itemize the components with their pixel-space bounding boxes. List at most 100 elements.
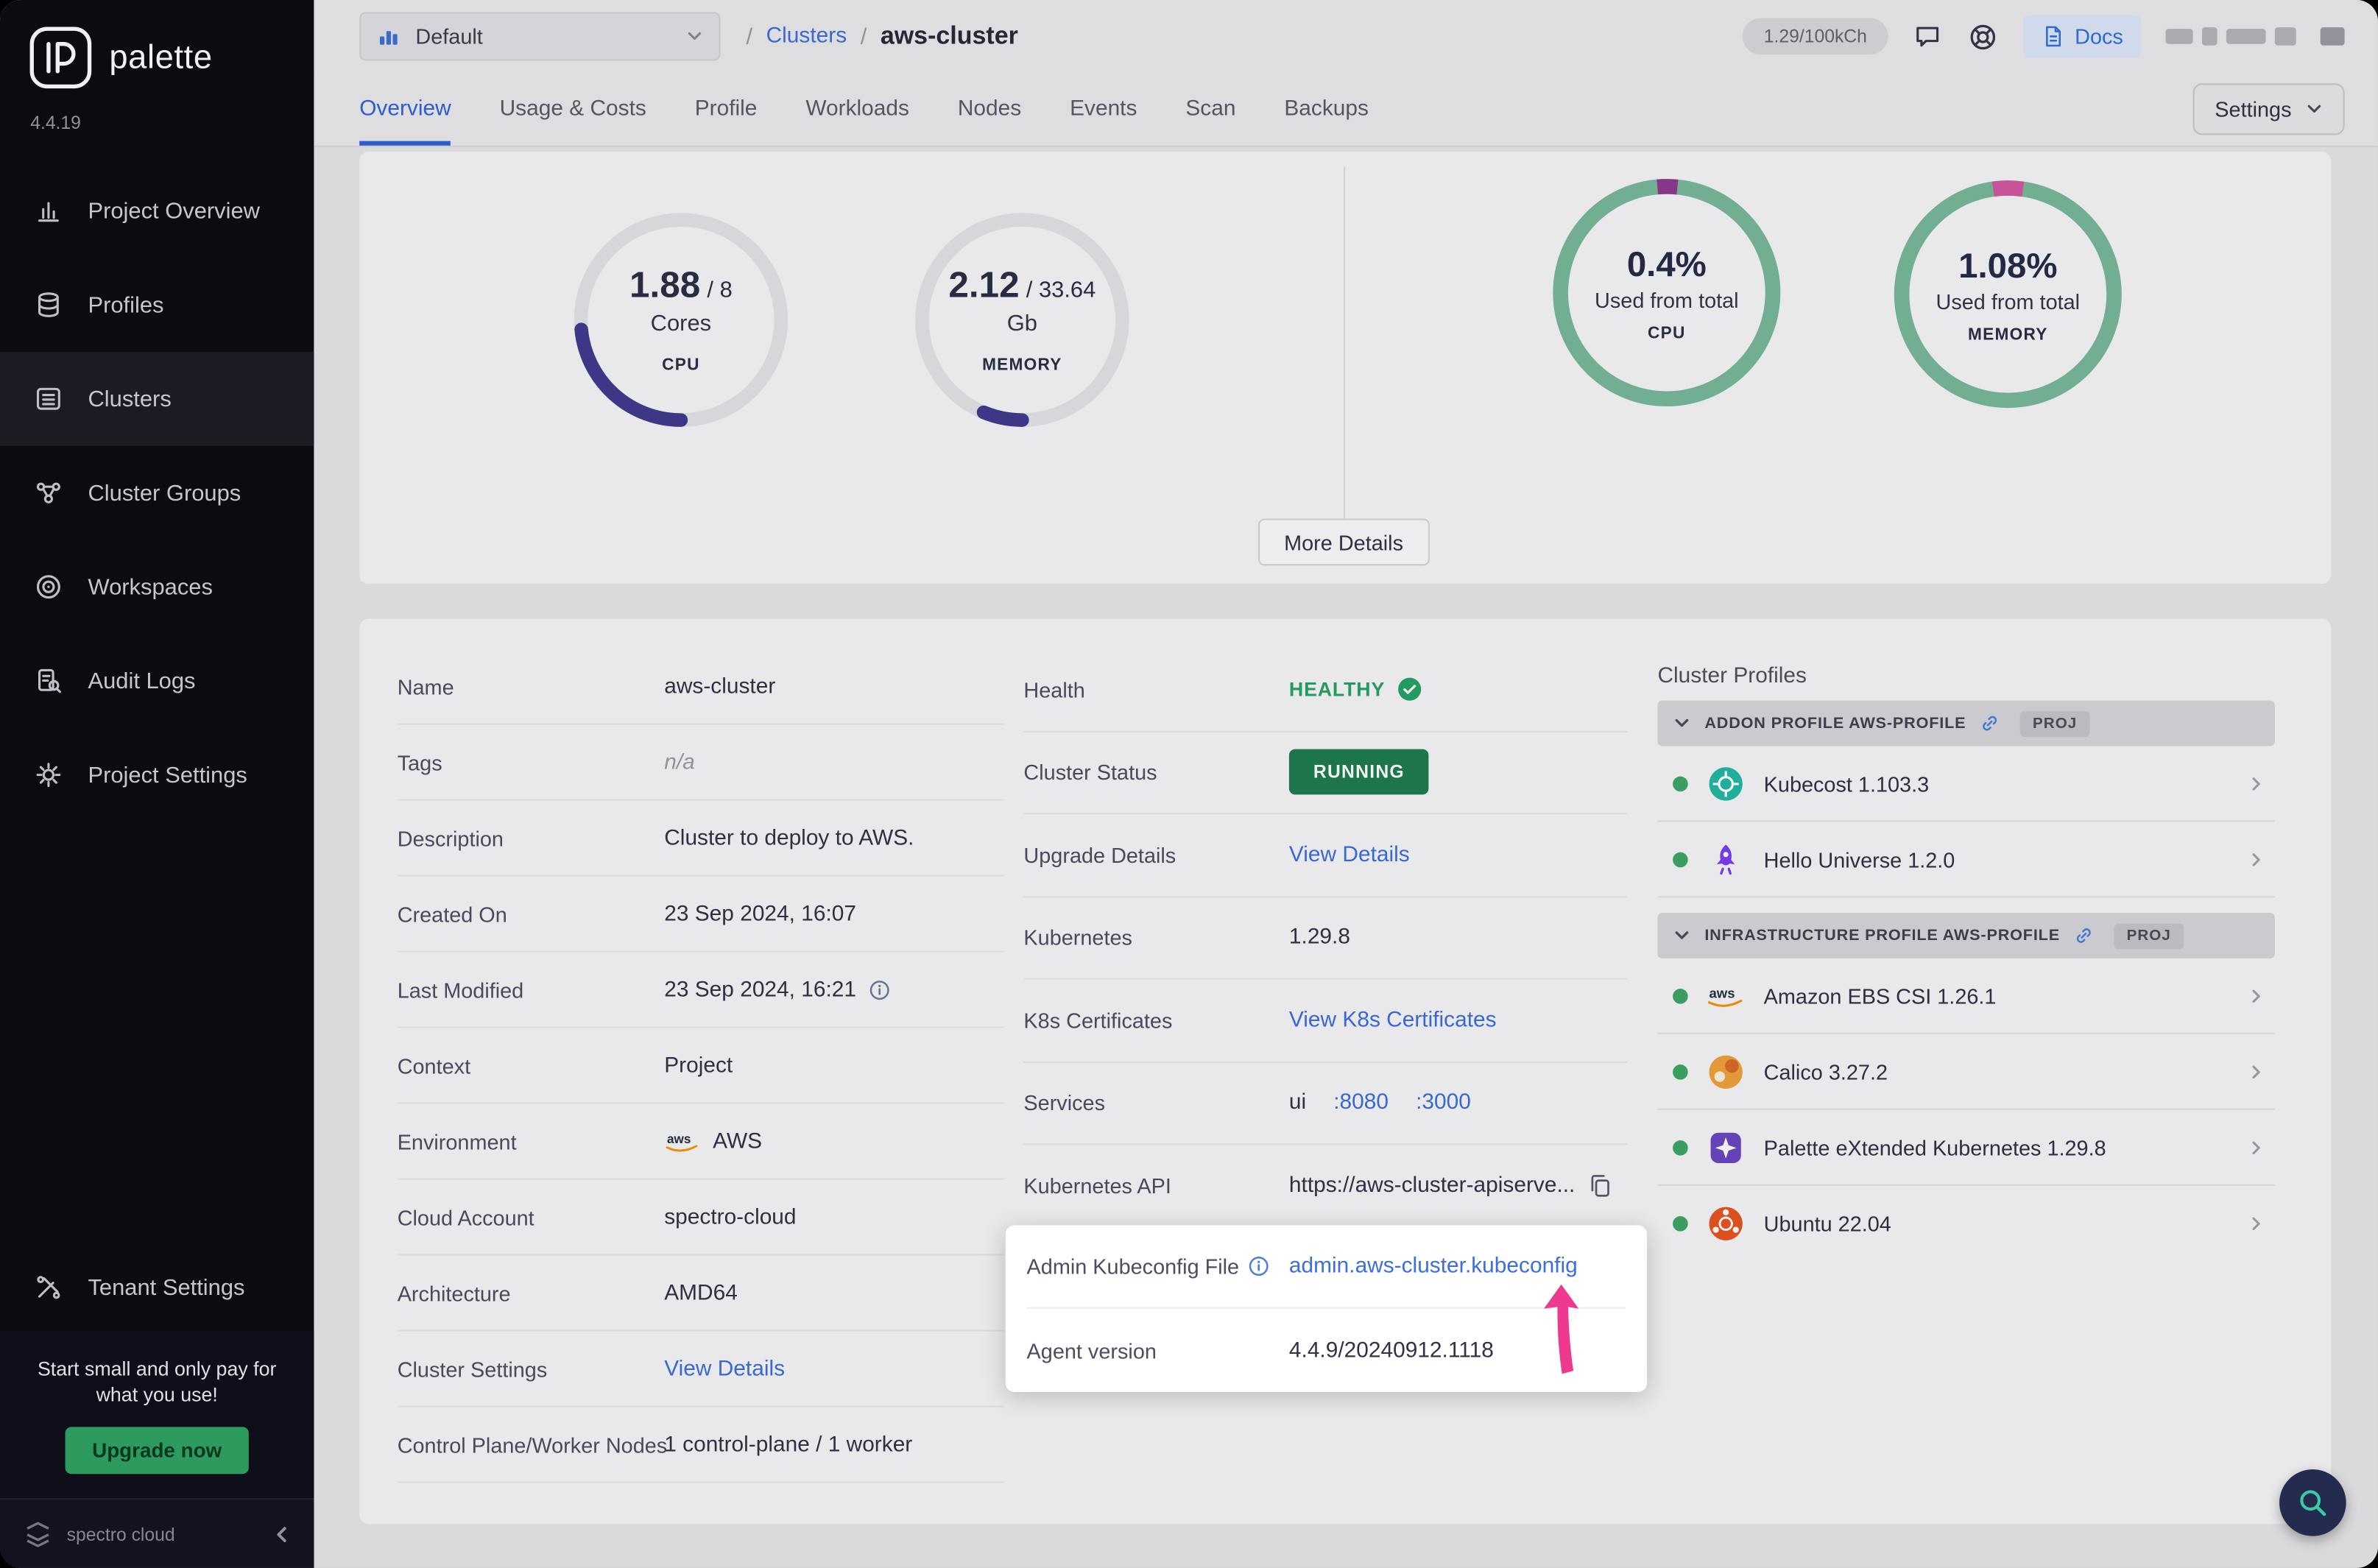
target-icon [36, 575, 60, 599]
sidebar-item-label: Tenant Settings [88, 1274, 245, 1301]
chat-icon[interactable] [1913, 21, 1943, 52]
addon-profile-header[interactable]: ADDON PROFILE AWS-PROFILE PROJ [1657, 700, 2275, 746]
aws-icon: aws [666, 1131, 698, 1151]
docs-button[interactable]: Docs [2023, 15, 2142, 58]
info-icon[interactable] [868, 979, 889, 1000]
usage-quota-pill: 1.29/100kCh [1742, 18, 1888, 55]
infrastructure-profile-header[interactable]: INFRASTRUCTURE PROFILE AWS-PROFILE PROJ [1657, 913, 2275, 958]
breadcrumb-clusters-link[interactable]: Clusters [766, 24, 847, 49]
health-status: HEALTHY [1288, 678, 1386, 702]
spectro-cloud-label: spectro cloud [66, 1523, 175, 1545]
detail-row-created-on: Created On 23 Sep 2024, 16:07 [397, 877, 1004, 953]
detail-row-agent-version: Agent version 4.4.9/20240912.1118 [1026, 1338, 1494, 1363]
profile-item-kubecost[interactable]: Kubecost 1.103.3 [1657, 746, 2275, 822]
sidebar-item-label: Clusters [88, 386, 172, 412]
cpu-usage-percent: 0.4% [1626, 243, 1707, 283]
ubuntu-icon [1709, 1207, 1743, 1240]
help-lifering-icon[interactable] [1967, 21, 1999, 52]
profile-item-palette-extended-kubernetes[interactable]: Palette eXtended Kubernetes 1.29.8 [1657, 1110, 2275, 1186]
chevron-down-icon [688, 32, 702, 40]
upgrade-now-button[interactable]: Upgrade now [65, 1427, 250, 1475]
chevron-right-icon [2252, 1217, 2260, 1231]
service-port-3000-link[interactable]: :3000 [1416, 1091, 1471, 1115]
sidebar-item-workspaces[interactable]: Workspaces [0, 540, 314, 634]
clusters-list-icon [36, 387, 60, 410]
settings-label: Settings [2215, 96, 2292, 121]
document-icon [2046, 26, 2061, 47]
detail-row-description: Description Cluster to deploy to AWS. [397, 801, 1004, 877]
project-selector[interactable]: Default [359, 12, 721, 61]
cluster-settings-view-details-link[interactable]: View Details [664, 1357, 785, 1381]
hello-universe-icon [1716, 844, 1735, 875]
cluster-profiles-panel: ADDON PROFILE AWS-PROFILE PROJ Kubecost … [1657, 700, 2275, 1262]
status-dot [1673, 1140, 1688, 1155]
sidebar-item-project-overview[interactable]: Project Overview [0, 163, 314, 258]
kubecost-icon [1709, 766, 1743, 800]
sidebar-item-label: Cluster Groups [88, 479, 241, 506]
aws-icon: aws [1707, 984, 1743, 1006]
sidebar-item-clusters[interactable]: Clusters [0, 351, 314, 446]
app-version: 4.4.19 [30, 112, 81, 134]
breadcrumb-separator: / [860, 23, 867, 49]
cpu-total: / 8 [707, 277, 733, 303]
cpu-unit: Cores [650, 311, 712, 337]
tab-backups[interactable]: Backups [1284, 73, 1369, 146]
page-title: aws-cluster [880, 21, 1018, 49]
admin-kubeconfig-link[interactable]: admin.aws-cluster.kubeconfig [1289, 1254, 1578, 1279]
copy-icon[interactable] [1587, 1173, 1612, 1198]
svg-text:aws: aws [1710, 984, 1735, 1000]
sidebar-item-audit-logs[interactable]: Audit Logs [0, 634, 314, 728]
detail-row-nodes: Control Plane/Worker Nodes 1 control-pla… [397, 1408, 1004, 1483]
proj-scope-badge: PROJ [2020, 710, 2089, 737]
tab-profile[interactable]: Profile [695, 73, 758, 146]
tab-events[interactable]: Events [1070, 73, 1137, 146]
check-circle-icon [1398, 678, 1422, 702]
chevron-right-icon [2252, 1064, 2260, 1078]
cpu-gauge-label: CPU [662, 356, 700, 375]
breadcrumb: / Clusters / aws-cluster [746, 0, 1017, 73]
tab-overview[interactable]: Overview [359, 73, 451, 146]
sidebar: palette 4.4.19 Project Overview Profiles… [0, 0, 314, 1568]
metrics-divider [1344, 166, 1346, 539]
detail-row-kubernetes: Kubernetes 1.29.8 [1023, 897, 1628, 980]
link-icon [1983, 716, 1997, 731]
chevron-down-icon [1675, 718, 1689, 727]
memory-used: 2.12 [948, 265, 1020, 307]
settings-dropdown-button[interactable]: Settings [2193, 83, 2345, 135]
redacted-avatar [2320, 27, 2345, 46]
more-details-button[interactable]: More Details [1258, 518, 1430, 566]
tab-workloads[interactable]: Workloads [805, 73, 909, 146]
view-k8s-certificates-link[interactable]: View K8s Certificates [1289, 1008, 1497, 1032]
cpu-used: 1.88 [629, 265, 701, 307]
metrics-card: 1.88 / 8 Cores CPU 2.12 / 33.64 Gb MEMOR… [359, 151, 2332, 585]
tab-usage-costs[interactable]: Usage & Costs [500, 73, 646, 146]
chevron-right-icon [2252, 1140, 2260, 1154]
memory-usage-label: MEMORY [1968, 325, 2048, 344]
calico-icon [1709, 1054, 1743, 1088]
memory-gauge-label: MEMORY [982, 356, 1062, 375]
sidebar-item-tenant-settings[interactable]: Tenant Settings [0, 1240, 314, 1335]
profile-item-ubuntu[interactable]: Ubuntu 22.04 [1657, 1186, 2274, 1262]
profile-item-hello-universe[interactable]: Hello Universe 1.2.0 [1657, 822, 2275, 898]
tab-nodes[interactable]: Nodes [958, 73, 1021, 146]
upgrade-view-details-link[interactable]: View Details [1289, 843, 1410, 867]
details-left-column: Name aws-cluster Tags n/a Description Cl… [397, 649, 1004, 1483]
info-icon[interactable] [1248, 1256, 1269, 1277]
status-dot [1673, 988, 1688, 1003]
sidebar-item-project-settings[interactable]: Project Settings [0, 728, 314, 822]
topbar: Default / Clusters / aws-cluster 1.29/10… [314, 0, 2378, 73]
collapse-sidebar-icon[interactable] [272, 1523, 293, 1544]
promo-text: Start small and only pay for what you us… [37, 1357, 277, 1406]
tab-scan[interactable]: Scan [1185, 73, 1235, 146]
sidebar-item-cluster-groups[interactable]: Cluster Groups [0, 446, 314, 540]
spectro-cloud-logo-icon [27, 1521, 49, 1547]
sidebar-item-label: Project Overview [88, 197, 261, 224]
search-fab-button[interactable] [2279, 1469, 2346, 1536]
proj-scope-badge: PROJ [2114, 922, 2184, 949]
profile-item-amazon-ebs-csi[interactable]: aws Amazon EBS CSI 1.26.1 [1657, 958, 2275, 1034]
memory-usage-donut: 1.08% Used from total MEMORY [1890, 176, 2126, 412]
sidebar-item-profiles[interactable]: Profiles [0, 258, 314, 352]
running-status-badge: RUNNING [1288, 749, 1429, 795]
service-port-8080-link[interactable]: :8080 [1333, 1091, 1389, 1115]
profile-item-calico[interactable]: Calico 3.27.2 [1657, 1034, 2275, 1110]
